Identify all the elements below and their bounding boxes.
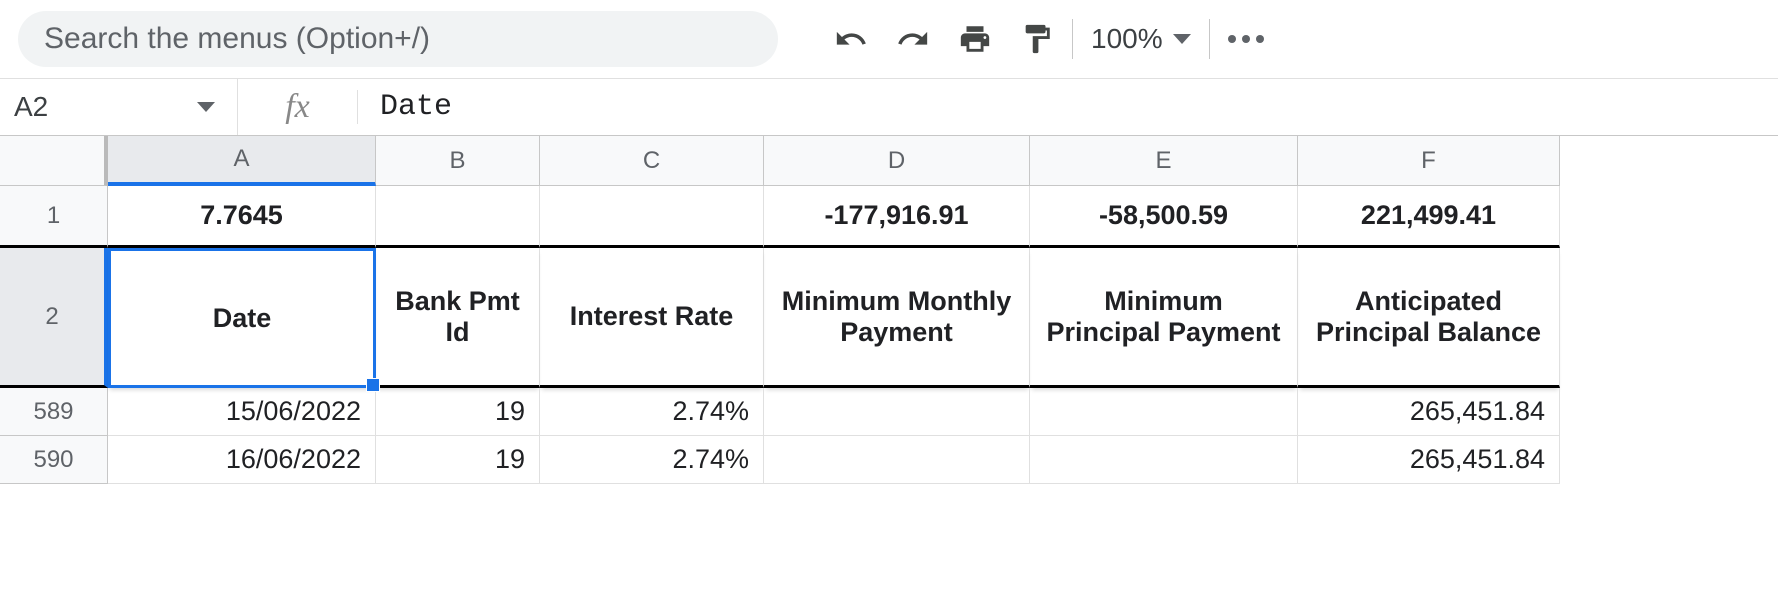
menu-search-input[interactable] <box>44 22 742 56</box>
more-icon[interactable] <box>1228 35 1264 43</box>
cell[interactable] <box>376 186 540 248</box>
cell[interactable]: 19 <box>376 388 540 436</box>
column-header-C[interactable]: C <box>540 136 764 186</box>
cell[interactable] <box>1030 388 1298 436</box>
cell[interactable]: 2.74% <box>540 388 764 436</box>
formula-input[interactable] <box>358 90 1778 124</box>
row-header[interactable]: 589 <box>0 388 108 436</box>
row-header[interactable]: 1 <box>0 186 108 248</box>
spreadsheet-grid: A B C D E F 1 7.7645 -177,916.91 -58,500… <box>0 136 1778 484</box>
fx-icon: fx <box>238 90 358 124</box>
cell[interactable]: 19 <box>376 436 540 484</box>
toolbar-divider <box>1209 19 1210 59</box>
toolbar-divider <box>1072 19 1073 59</box>
cell[interactable]: -177,916.91 <box>764 186 1030 248</box>
cell-reference: A2 <box>14 91 48 123</box>
cell[interactable]: Minimum Principal Payment <box>1030 248 1298 388</box>
column-header-D[interactable]: D <box>764 136 1030 186</box>
chevron-down-icon <box>1173 34 1191 44</box>
cell[interactable]: 2.74% <box>540 436 764 484</box>
toolbar-icons <box>834 22 1054 56</box>
cell[interactable]: -58,500.59 <box>1030 186 1298 248</box>
name-box[interactable]: A2 <box>0 79 238 135</box>
redo-icon[interactable] <box>896 22 930 56</box>
column-header-A[interactable]: A <box>108 136 376 186</box>
cell[interactable]: Anticipated Principal Balance <box>1298 248 1560 388</box>
cell[interactable] <box>764 388 1030 436</box>
select-all-corner[interactable] <box>0 136 108 186</box>
cell[interactable]: 15/06/2022 <box>108 388 376 436</box>
print-icon[interactable] <box>958 22 992 56</box>
column-header-E[interactable]: E <box>1030 136 1298 186</box>
column-header-F[interactable]: F <box>1298 136 1560 186</box>
undo-icon[interactable] <box>834 22 868 56</box>
row-header[interactable]: 590 <box>0 436 108 484</box>
zoom-dropdown[interactable]: 100% <box>1091 23 1191 55</box>
cell-selected[interactable]: Date <box>108 248 376 388</box>
cell[interactable] <box>764 436 1030 484</box>
cell[interactable]: Minimum Monthly Payment <box>764 248 1030 388</box>
cell[interactable] <box>1030 436 1298 484</box>
chevron-down-icon <box>197 102 215 112</box>
paint-format-icon[interactable] <box>1020 22 1054 56</box>
cell[interactable]: 16/06/2022 <box>108 436 376 484</box>
column-header-B[interactable]: B <box>376 136 540 186</box>
cell[interactable]: 7.7645 <box>108 186 376 248</box>
cell[interactable]: Bank Pmt Id <box>376 248 540 388</box>
cell[interactable]: Interest Rate <box>540 248 764 388</box>
zoom-label: 100% <box>1091 23 1163 55</box>
cell[interactable]: 265,451.84 <box>1298 436 1560 484</box>
menu-search[interactable] <box>18 11 778 67</box>
row-header[interactable]: 2 <box>0 248 108 388</box>
cell[interactable]: 265,451.84 <box>1298 388 1560 436</box>
toolbar: 100% <box>0 0 1778 78</box>
formula-bar: A2 fx <box>0 78 1778 136</box>
cell[interactable] <box>540 186 764 248</box>
cell[interactable]: 221,499.41 <box>1298 186 1560 248</box>
